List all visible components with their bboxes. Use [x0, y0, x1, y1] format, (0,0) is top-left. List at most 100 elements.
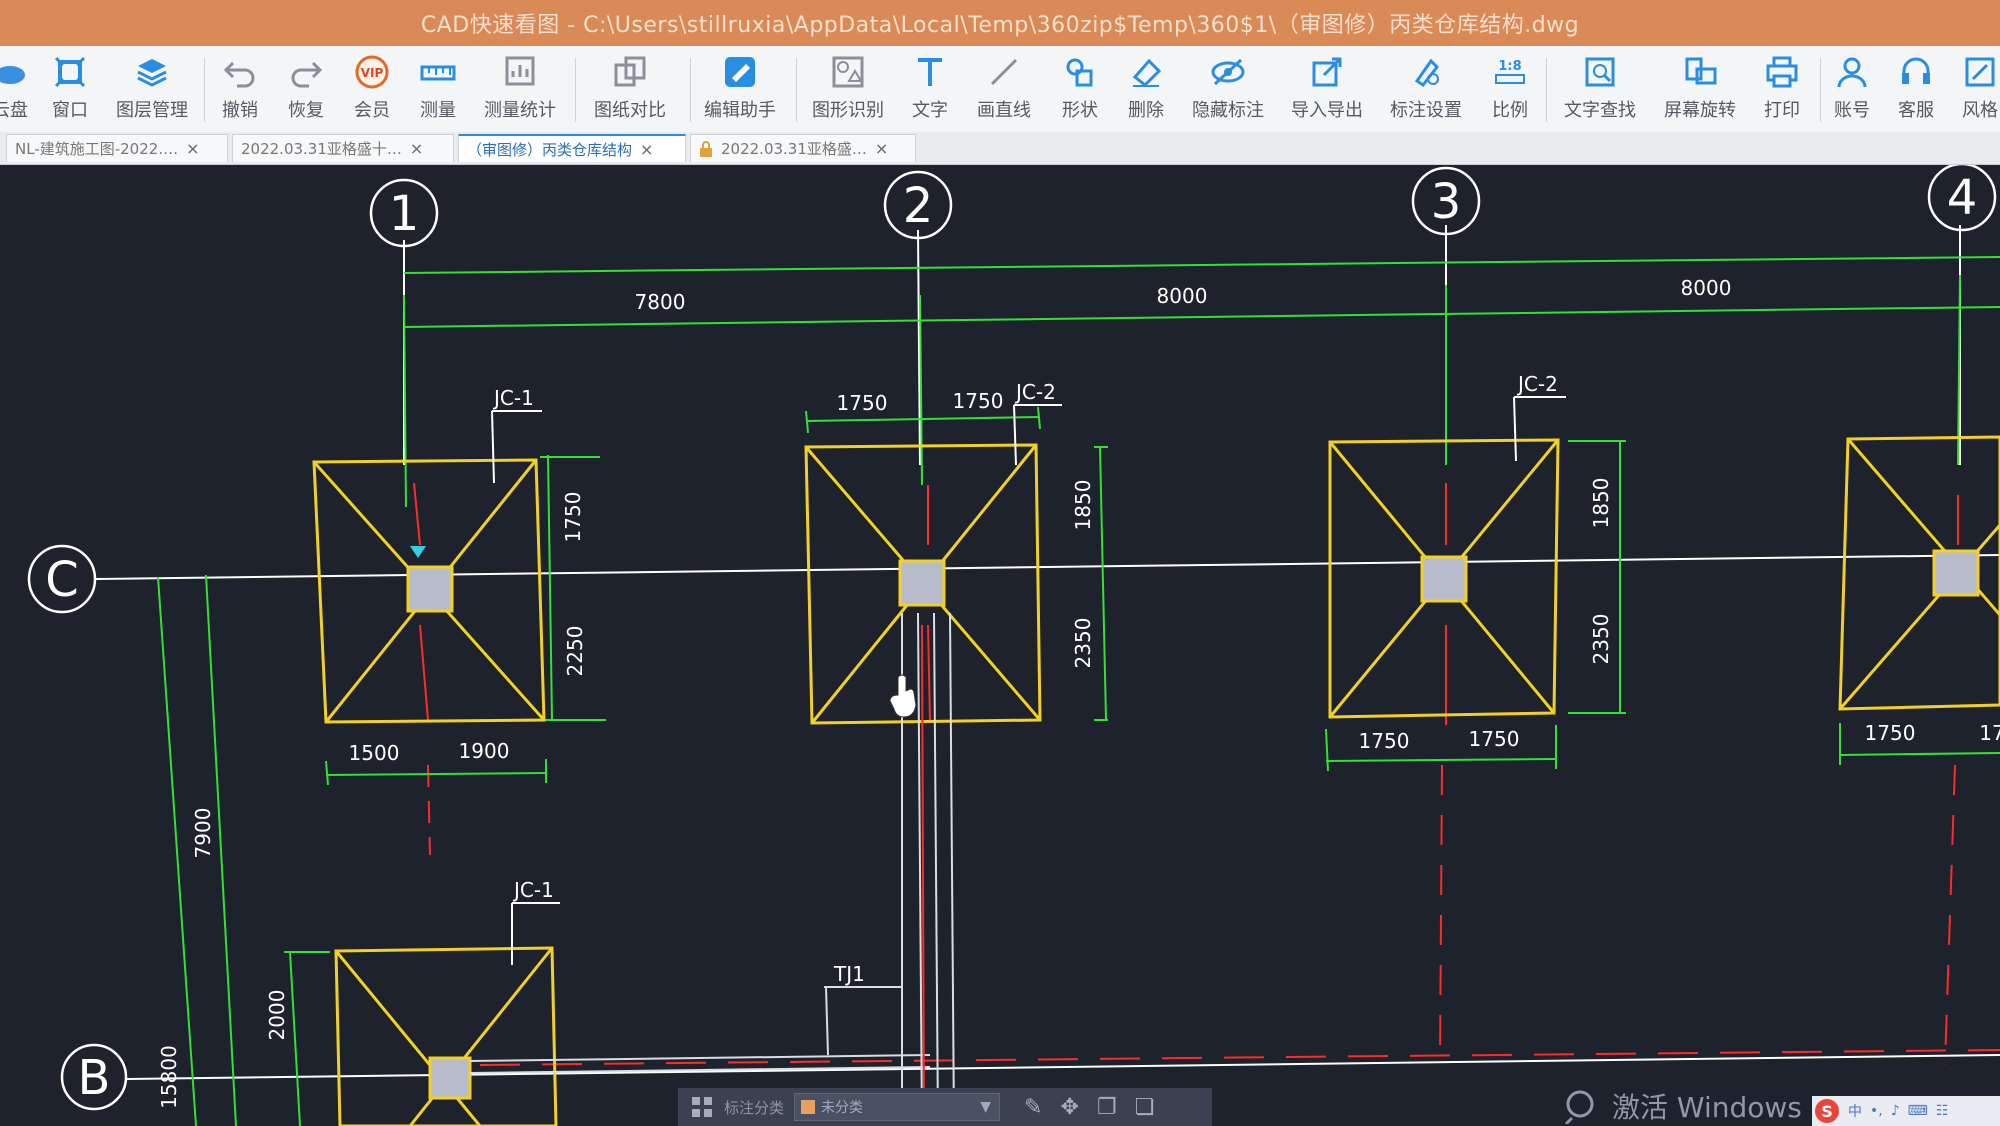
toolbar-scale-button[interactable]: 1:8 比例 [1470, 52, 1550, 128]
toolbar-measure-stats-button[interactable]: 测量统计 [480, 52, 560, 128]
doc-tab-1[interactable]: NL-建筑施工图-2022.… × [6, 134, 228, 162]
dim-2250-v: 2250 [563, 626, 587, 677]
dim-1750-right: 1750 [953, 389, 1004, 413]
dim-15800-v: 15800 [157, 1045, 181, 1109]
style-icon [1958, 52, 2000, 92]
dim-1750-v: 1750 [561, 492, 585, 543]
export-icon [1305, 52, 1349, 92]
copy-icon[interactable]: ❐ [1097, 1095, 1117, 1120]
dim-7800: 7800 [635, 290, 686, 314]
mic-icon[interactable]: ♪ [1891, 1103, 1900, 1119]
dim-8000-b: 8000 [1681, 276, 1732, 300]
close-icon[interactable]: × [875, 139, 888, 158]
punctuation-icon[interactable]: •, [1870, 1103, 1883, 1119]
grid-label-1: 1 [389, 186, 420, 242]
annotation-category-select[interactable]: 未分类 ▼ [794, 1093, 1001, 1121]
toolbar-annot-settings-button[interactable]: 标注设置 [1386, 52, 1466, 128]
toolbar-line-button[interactable]: 画直线 [964, 52, 1044, 128]
shape-icon [1058, 52, 1102, 92]
text-icon [908, 52, 952, 92]
dim-1750-f4: 1750 [1865, 721, 1916, 745]
toolbar-measure-button[interactable]: 测量 [398, 52, 478, 128]
close-icon[interactable]: × [640, 140, 653, 159]
system-tray: S 中 •, ♪ ⌨ ☷ [1812, 1096, 2000, 1126]
close-icon[interactable]: × [410, 139, 423, 158]
label-jc2-a: JC-2 [1014, 380, 1056, 404]
grid-label-4: 4 [1947, 170, 1978, 226]
dim-1900: 1900 [459, 739, 510, 763]
stats-icon [498, 52, 542, 92]
toolbar-print-button[interactable]: 打印 [1742, 52, 1822, 128]
annotation-category-bar: 标注分类 未分类 ▼ ✎ ✥ ❐ ❏ [678, 1088, 1212, 1126]
doc-tab-4[interactable]: 2022.03.31亚格盛… × [690, 134, 916, 162]
dim-2350-v3: 2350 [1589, 614, 1613, 665]
dim-1750-f3a: 1750 [1359, 729, 1410, 753]
compare-icon [608, 52, 652, 92]
grid-apps-icon[interactable] [690, 1095, 714, 1119]
keyboard-icon[interactable]: ⌨ [1908, 1103, 1928, 1119]
user-icon [1830, 52, 1874, 92]
toolbar-text-search-button[interactable]: 文字查找 [1560, 52, 1640, 128]
pen-settings-icon [1404, 52, 1448, 92]
dim-7900-v: 7900 [191, 808, 215, 859]
ruler-icon [416, 52, 460, 92]
window-title: CAD快速看图 - C:\Users\stillruxia\AppData\Lo… [420, 13, 1580, 38]
cad-drawing-canvas[interactable]: 1 2 3 4 C B 7800 8000 8000 1750 1750 150… [0, 165, 2000, 1126]
windows-activation-watermark: 激活 Windows [1562, 1086, 1802, 1126]
dim-1750-left: 1750 [837, 391, 888, 415]
paste-icon[interactable]: ❏ [1135, 1095, 1155, 1120]
toolbar-style-button[interactable]: 风格 [1940, 52, 2000, 128]
dim-1850-v3: 1850 [1589, 478, 1613, 529]
grid-label-B: B [78, 1050, 111, 1106]
toolbar-shape-recog-button[interactable]: 图形识别 [808, 52, 888, 128]
doc-tab-active[interactable]: （审图修）丙类仓库结构 × [458, 134, 686, 162]
toolbar-delete-button[interactable]: 删除 [1106, 52, 1186, 128]
eye-off-icon [1206, 52, 1250, 92]
text-search-icon [1578, 52, 1622, 92]
window-icon [48, 52, 92, 92]
move-icon[interactable]: ✥ [1060, 1095, 1078, 1120]
dim-17-f4: 17 [1979, 721, 2000, 745]
toolbar-compare-button[interactable]: 图纸对比 [590, 52, 670, 128]
dim-1500: 1500 [349, 741, 400, 765]
category-color-swatch [801, 1100, 816, 1114]
toolbar-window-button[interactable]: 窗口 [30, 52, 110, 128]
toolbar-layers-button[interactable]: 图层管理 [112, 52, 192, 128]
window-title-bar: CAD快速看图 - C:\Users\stillruxia\AppData\Lo… [0, 0, 2000, 46]
ime-lang-indicator[interactable]: 中 [1848, 1101, 1862, 1121]
svg-text:S: S [1821, 1102, 1833, 1121]
vip-icon: VIP [350, 52, 394, 92]
grid-label-3: 3 [1431, 174, 1462, 230]
toolbar-import-export-button[interactable]: 导入导出 [1287, 52, 1367, 128]
toolbar-text-button[interactable]: 文字 [890, 52, 970, 128]
undo-icon [218, 52, 262, 92]
dim-2000-v: 2000 [265, 990, 289, 1041]
sogou-ime-icon[interactable]: S [1814, 1098, 1840, 1124]
close-icon[interactable]: × [186, 139, 199, 158]
grid-label-2: 2 [903, 178, 934, 234]
edit-icon[interactable]: ✎ [1024, 1095, 1042, 1120]
label-tj1: TJ1 [833, 962, 865, 986]
layers-icon [130, 52, 174, 92]
line-icon [982, 52, 1026, 92]
dim-1750-f3b: 1750 [1469, 727, 1520, 751]
cloud-icon [0, 52, 32, 92]
lock-icon [699, 140, 713, 157]
printer-icon [1760, 52, 1804, 92]
rotate-screen-icon [1678, 52, 1722, 92]
toolbar-edit-assist-button[interactable]: 编辑助手 [700, 52, 780, 128]
grid-label-C: C [45, 552, 79, 608]
dim-2350-v2: 2350 [1071, 618, 1095, 669]
toolbar-rotate-button[interactable]: 屏幕旋转 [1660, 52, 1740, 128]
svg-text:VIP: VIP [361, 66, 384, 80]
menu-icon[interactable]: ☷ [1936, 1103, 1949, 1119]
edit-assist-icon [718, 52, 762, 92]
doc-tab-2[interactable]: 2022.03.31亚格盛十… × [232, 134, 454, 162]
toolbar-hide-annot-button[interactable]: 隐藏标注 [1188, 52, 1268, 128]
document-tab-bar: NL-建筑施工图-2022.… × 2022.03.31亚格盛十… × （审图修… [0, 132, 2000, 165]
main-toolbar: 云盘 窗口 图层管理 撤销 恢复 VIP 会员 测量 测量统计 图纸对比 编辑助… [0, 46, 2000, 133]
label-jc2-b: JC-2 [1516, 372, 1558, 396]
shape-recog-icon [826, 52, 870, 92]
svg-text:1:8: 1:8 [1498, 59, 1521, 74]
label-jc1: JC-1 [492, 386, 534, 410]
